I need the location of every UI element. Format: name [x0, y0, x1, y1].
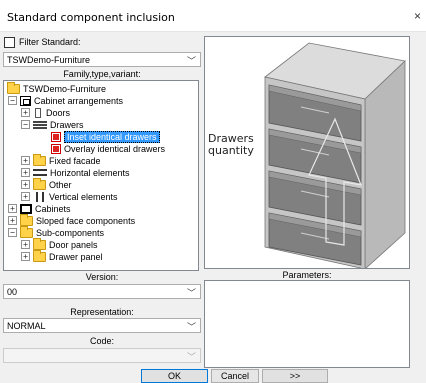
version-label: Version: [85, 272, 119, 282]
collapse-icon[interactable]: − [21, 120, 30, 129]
cabinet-icon [20, 203, 32, 214]
folder-icon [7, 81, 20, 94]
door-icon [35, 107, 41, 118]
parameters-label: Parameters: [282, 270, 332, 280]
folder-icon [33, 177, 46, 190]
parameters-panel[interactable] [204, 280, 410, 368]
standard-select-value: TSWDemo-Furniture [7, 55, 91, 65]
variant-icon [51, 131, 61, 142]
tree-item-label: Horizontal elements [50, 167, 130, 178]
cabinet-arrangement-icon [20, 95, 31, 106]
expand-icon[interactable]: + [21, 156, 30, 165]
expand-icon[interactable]: + [8, 204, 17, 213]
tree-item-vertical-elements[interactable]: + Vertical elements [21, 191, 118, 202]
tree-item-label: Cabinets [35, 203, 71, 214]
representation-select[interactable]: NORMAL ﹀ [3, 318, 201, 333]
filter-standard-label: Filter Standard: [19, 37, 81, 47]
collapse-icon[interactable]: − [8, 228, 17, 237]
drawers-quantity-callout: Drawers quantity [208, 133, 254, 157]
tree-item-root[interactable]: TSWDemo-Furniture [7, 81, 107, 94]
tree-item-drawers[interactable]: − Drawers [21, 119, 84, 130]
tree-item-label: Drawer panel [49, 251, 103, 262]
cancel-button[interactable]: Cancel [211, 369, 259, 383]
variant-icon [51, 143, 61, 154]
representation-label: Representation: [70, 307, 134, 317]
expand-icon[interactable]: + [21, 192, 30, 201]
folder-icon [33, 249, 46, 262]
tree-item-label: Sub-components [36, 227, 105, 238]
tree-item-label: Drawers [50, 119, 84, 130]
tree-item-overlay-identical-drawers[interactable]: Overlay identical drawers [51, 143, 165, 154]
version-select[interactable]: 00 ﹀ [3, 284, 201, 299]
ok-button[interactable]: OK [141, 369, 208, 383]
tree-item-door-panels[interactable]: + Door panels [21, 237, 98, 250]
expand-icon[interactable]: + [21, 180, 30, 189]
tree-item-horizontal-elements[interactable]: + Horizontal elements [21, 167, 130, 178]
window-title: Standard component inclusion [7, 11, 175, 24]
chevron-down-icon[interactable]: ﹀ [187, 54, 196, 67]
more-button[interactable]: >> [262, 369, 328, 383]
tree-item-label: Other [49, 179, 72, 190]
tree-item-cabinet-arrangements[interactable]: − Cabinet arrangements [8, 95, 123, 106]
drawer-icon [33, 120, 47, 129]
tree-item-inset-identical-drawers[interactable]: Inset identical drawers [51, 130, 160, 143]
tree-item-label: Door panels [49, 239, 98, 250]
code-select[interactable]: ﹀ [3, 348, 201, 363]
tree-item-fixed-facade[interactable]: + Fixed facade [21, 153, 101, 166]
tree-item-label: TSWDemo-Furniture [23, 83, 107, 94]
folder-icon [20, 213, 33, 226]
tree-item-label: Sloped face components [36, 215, 136, 226]
horizontal-element-icon [33, 169, 47, 176]
component-preview: Drawers quantity [204, 36, 410, 269]
version-select-value: 00 [7, 287, 18, 297]
family-type-variant-label: Family,type,variant: [63, 69, 141, 79]
filter-standard-row[interactable]: Filter Standard: [4, 36, 81, 48]
tree-item-sloped-face-components[interactable]: + Sloped face components [8, 213, 136, 226]
callout-line-2: quantity [208, 144, 254, 157]
folder-icon [33, 237, 46, 250]
tree-item-label: Inset identical drawers [64, 130, 160, 143]
collapse-icon[interactable]: − [8, 96, 17, 105]
standard-select[interactable]: TSWDemo-Furniture ﹀ [3, 52, 201, 67]
chevron-down-icon[interactable]: ﹀ [187, 350, 196, 363]
code-label: Code: [89, 336, 115, 346]
tree-item-other[interactable]: + Other [21, 177, 72, 190]
tree-item-cabinets[interactable]: + Cabinets [8, 203, 71, 214]
title-bar: Standard component inclusion × [0, 0, 426, 32]
tree-item-label: Overlay identical drawers [64, 143, 166, 154]
chevron-down-icon[interactable]: ﹀ [187, 286, 196, 299]
tree-item-sub-components[interactable]: − Sub-components [8, 225, 105, 238]
tree-item-doors[interactable]: + Doors [21, 107, 70, 118]
tree-item-label: Fixed facade [49, 155, 101, 166]
chevron-down-icon[interactable]: ﹀ [187, 320, 196, 333]
tree-item-label: Cabinet arrangements [34, 95, 124, 106]
folder-icon [20, 225, 33, 238]
vertical-element-icon [36, 191, 44, 202]
component-tree[interactable]: TSWDemo-Furniture − Cabinet arrangements… [3, 80, 199, 271]
close-icon[interactable]: × [414, 9, 421, 23]
expand-icon[interactable]: + [8, 216, 17, 225]
expand-icon[interactable]: + [21, 240, 30, 249]
filter-standard-checkbox[interactable] [4, 36, 15, 48]
tree-item-label: Vertical elements [49, 191, 118, 202]
expand-icon[interactable]: + [21, 252, 30, 261]
representation-select-value: NORMAL [7, 321, 46, 331]
tree-item-drawer-panel[interactable]: + Drawer panel [21, 249, 103, 262]
expand-icon[interactable]: + [21, 108, 30, 117]
expand-icon[interactable]: + [21, 168, 30, 177]
tree-item-label: Doors [46, 107, 71, 118]
folder-icon [33, 153, 46, 166]
